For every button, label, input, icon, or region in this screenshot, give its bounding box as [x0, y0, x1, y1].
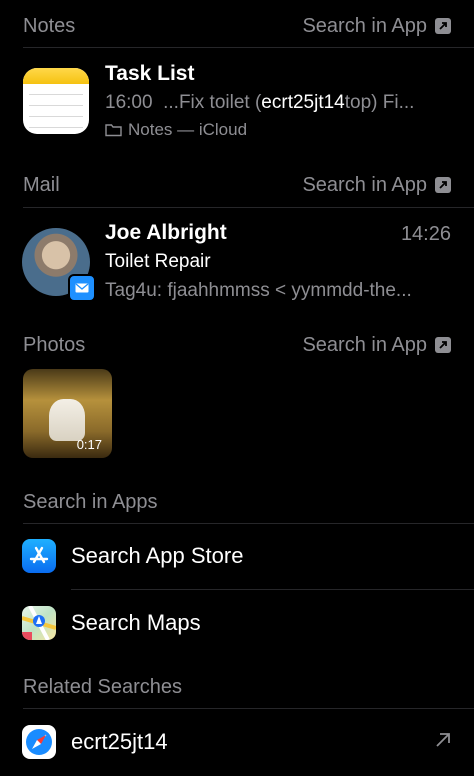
mail-subject: Toilet Repair [105, 251, 211, 272]
video-duration: 0:17 [76, 437, 102, 452]
separator [23, 523, 474, 524]
photo-thumbnail[interactable]: 0:17 [23, 369, 112, 458]
search-in-apps-header-label: Search in Apps [23, 490, 158, 513]
safari-icon [22, 725, 56, 759]
photos-section-header: Photos Search in App [23, 330, 451, 360]
note-title: Task List [105, 62, 195, 85]
photos-search-in-app-label: Search in App [302, 333, 427, 356]
photos-search-in-app-link[interactable]: Search in App [302, 334, 451, 357]
note-snippet-match: ecrt25jt14 [261, 92, 345, 113]
mail-section-header: Mail Search in App [23, 170, 451, 200]
related-search-label: ecrt25jt14 [71, 729, 168, 754]
mail-preview: Tag4u: fjaahhmmss < yymmdd-the... [105, 280, 412, 301]
related-searches-section-header: Related Searches [23, 672, 451, 702]
arrow-up-right-icon [434, 728, 452, 756]
open-external-icon [435, 18, 451, 34]
notes-search-in-app-link[interactable]: Search in App [302, 15, 451, 38]
search-maps-label: Search Maps [71, 610, 201, 635]
related-searches-header-label: Related Searches [23, 675, 182, 698]
open-external-icon [435, 177, 451, 193]
mail-search-in-app-link[interactable]: Search in App [302, 174, 451, 197]
folder-icon [105, 124, 122, 137]
note-time: 16:00 [105, 92, 153, 113]
toilet-image [49, 399, 85, 441]
note-location-label: Notes — iCloud [128, 120, 248, 139]
separator [71, 589, 474, 590]
app-store-icon [22, 539, 56, 573]
mail-time: 14:26 [400, 223, 451, 245]
search-app-store-row[interactable]: Search App Store [0, 526, 474, 586]
notes-search-in-app-label: Search in App [302, 14, 427, 37]
search-in-apps-section-header: Search in Apps [23, 487, 451, 517]
notes-app-icon [23, 68, 89, 134]
mail-app-icon [68, 274, 96, 302]
notes-header-label: Notes [23, 14, 76, 37]
mail-search-in-app-label: Search in App [302, 173, 427, 196]
related-search-row[interactable]: ecrt25jt14 [0, 712, 474, 772]
maps-icon [22, 606, 56, 640]
notes-section-header: Notes Search in App [23, 11, 451, 41]
search-app-store-label: Search App Store [71, 543, 244, 568]
separator [23, 708, 474, 709]
note-snippet-pre: ...Fix toilet ( [163, 92, 262, 113]
open-external-icon [435, 337, 451, 353]
note-snippet-post: top) Fi... [344, 92, 415, 113]
separator [23, 47, 474, 48]
note-snippet: 16:00 ...Fix toilet (ecrt25jt14top) Fi..… [105, 92, 455, 114]
mail-header-label: Mail [23, 173, 60, 196]
separator [23, 207, 474, 208]
search-maps-row[interactable]: Search Maps [0, 593, 474, 653]
note-location: Notes — iCloud [105, 120, 247, 140]
photos-header-label: Photos [23, 333, 86, 356]
mail-sender: Joe Albright [105, 221, 227, 244]
